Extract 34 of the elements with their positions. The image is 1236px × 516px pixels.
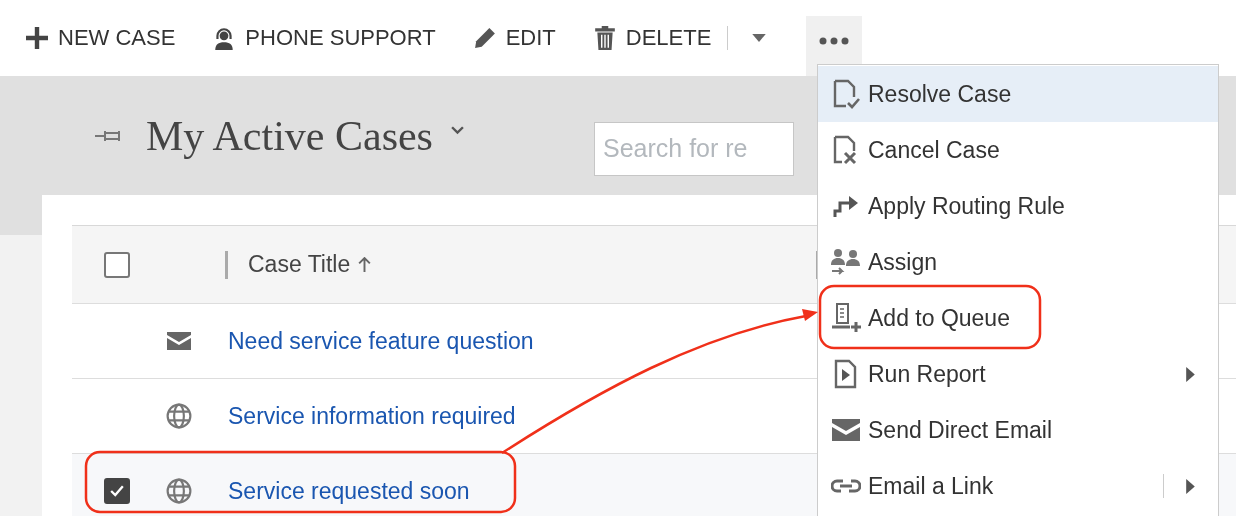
menu-item[interactable]: Apply Routing Rule [818, 178, 1218, 234]
case-title-link[interactable]: Service information required [228, 402, 516, 430]
trash-icon [593, 26, 616, 50]
caret-icon [752, 33, 767, 43]
menu-item[interactable]: Assign [818, 234, 1218, 290]
envelope-icon [167, 332, 191, 350]
menu-item[interactable]: Resolve Case [818, 66, 1218, 122]
toolbar-button[interactable]: DELETE [593, 25, 712, 51]
toolbar-button[interactable]: PHONE SUPPORT [213, 25, 436, 51]
menu-item[interactable]: Cancel Case [818, 122, 1218, 178]
chevron-down-icon[interactable] [450, 126, 464, 135]
view-title: My Active Cases [146, 111, 433, 160]
toolbar-button[interactable]: EDIT [473, 25, 556, 51]
link-icon [831, 478, 861, 494]
headset-icon [213, 26, 236, 50]
pencil-icon [473, 27, 496, 49]
people-icon [830, 247, 862, 277]
checkmark-icon [110, 485, 124, 497]
case-title-link[interactable]: Need service feature question [228, 327, 534, 355]
toolbar-button[interactable]: NEW CASE [26, 25, 176, 51]
globe-icon [166, 403, 192, 429]
document-check-icon [832, 79, 860, 109]
envelope-icon [832, 419, 860, 441]
search-field[interactable]: Search for re [593, 121, 794, 176]
sort-ascending-icon [358, 257, 372, 272]
case-title-link[interactable]: Service requested soon [228, 477, 470, 505]
more-icon [818, 36, 851, 45]
select-all-checkbox[interactable] [104, 251, 130, 278]
globe-icon [166, 478, 192, 504]
plus-icon [26, 27, 48, 49]
column-header[interactable]: Case Title [248, 251, 372, 278]
row-checkbox[interactable] [104, 478, 130, 504]
menu-item[interactable]: Email a Link [818, 458, 1218, 514]
document-plus-icon [830, 302, 862, 334]
